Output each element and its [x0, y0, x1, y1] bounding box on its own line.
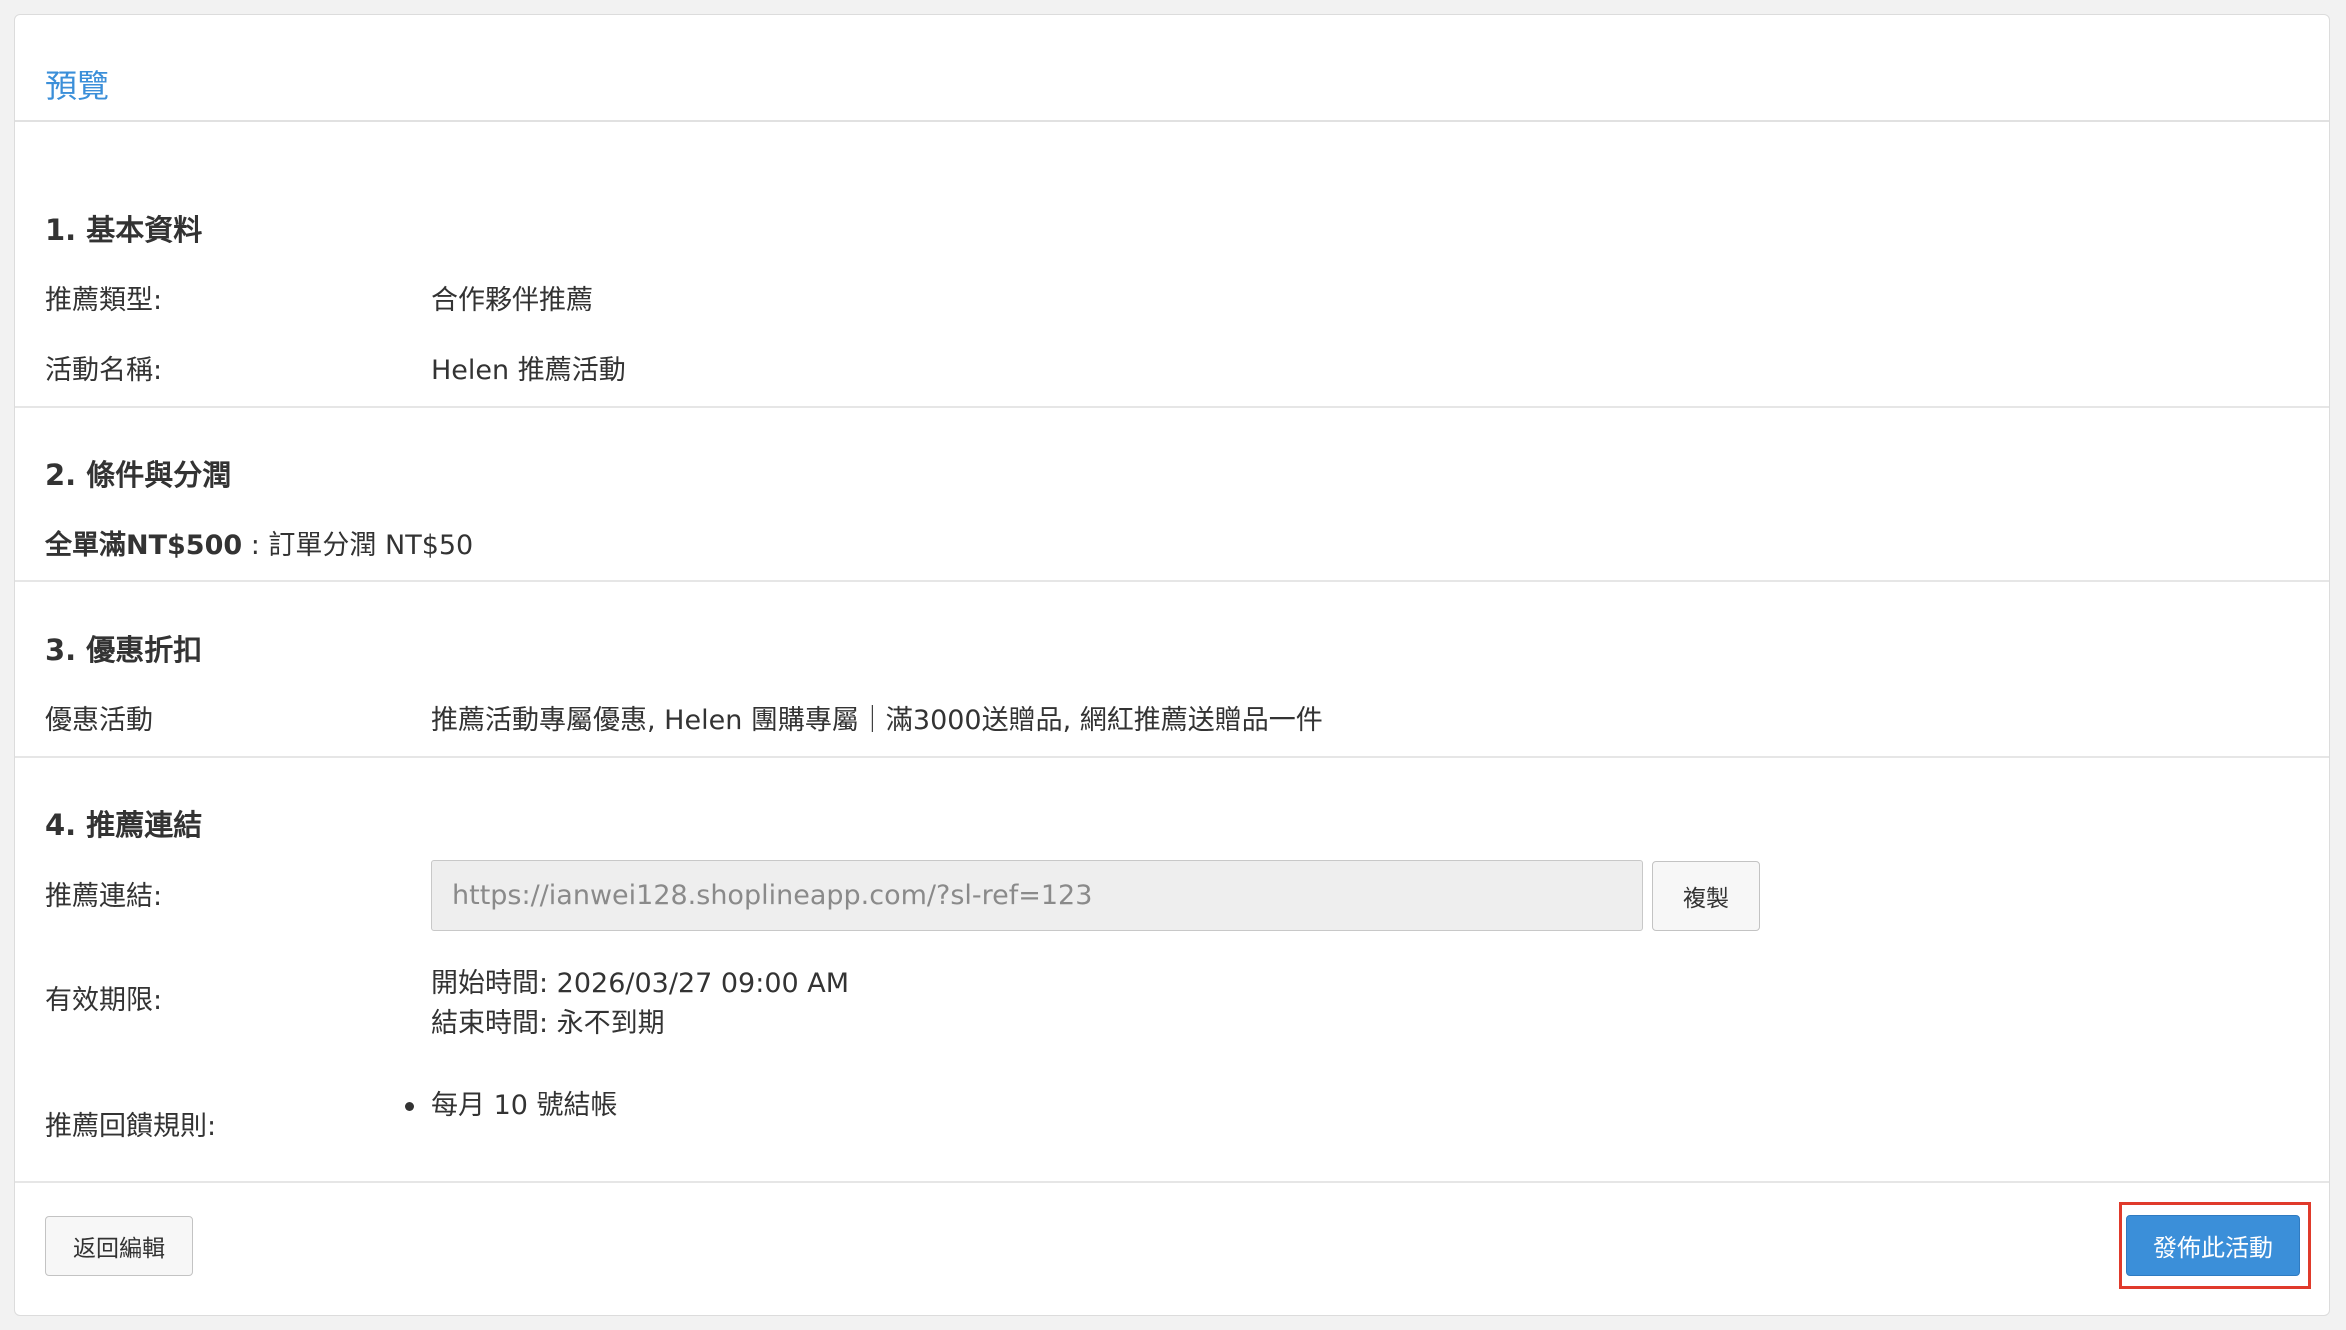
- condition-threshold: 全單滿NT$500: [45, 530, 243, 561]
- validity-end: 結束時間: 永不到期: [431, 1008, 665, 1039]
- referral-link-input[interactable]: [431, 860, 1643, 931]
- section-title-conditions: 2. 條件與分潤: [45, 458, 232, 492]
- preview-panel: 預覽 1. 基本資料 推薦類型: 合作夥伴推薦 活動名稱: Helen 推薦活動…: [14, 14, 2330, 1316]
- section-title-discount: 3. 優惠折扣: [45, 633, 203, 667]
- discount-label: 優惠活動: [45, 705, 153, 736]
- validity-start: 開始時間: 2026/03/27 09:00 AM: [431, 968, 850, 999]
- section-divider: [15, 756, 2329, 758]
- referral-link-label: 推薦連結:: [45, 881, 163, 912]
- panel-title: 預覽: [45, 67, 110, 105]
- condition-commission: : 訂單分潤 NT$50: [242, 530, 474, 561]
- condition-row: 全單滿NT$500 : 訂單分潤 NT$50: [45, 528, 473, 564]
- campaign-name-value: Helen 推薦活動: [431, 355, 626, 386]
- list-item: 每月 10 號結帳: [405, 1088, 618, 1124]
- discount-value: 推薦活動專屬優惠, Helen 團購專屬｜滿3000送贈品, 網紅推薦送贈品一件: [431, 705, 1323, 736]
- campaign-name-label: 活動名稱:: [45, 355, 163, 386]
- referral-type-value: 合作夥伴推薦: [431, 285, 593, 316]
- copy-button[interactable]: 複製: [1652, 861, 1760, 931]
- validity-label: 有效期限:: [45, 985, 163, 1016]
- footer-divider: [15, 1181, 2329, 1183]
- publish-button[interactable]: 發佈此活動: [2126, 1215, 2300, 1276]
- section-title-basic: 1. 基本資料: [45, 213, 203, 247]
- section-divider: [15, 580, 2329, 582]
- panel-heading: 預覽: [15, 15, 2329, 122]
- bullet-icon: [405, 1102, 414, 1111]
- reward-rules-list: 每月 10 號結帳: [405, 1088, 618, 1124]
- section-divider: [15, 406, 2329, 408]
- reward-rule-text: 每月 10 號結帳: [431, 1090, 618, 1121]
- back-to-edit-button[interactable]: 返回編輯: [45, 1216, 193, 1276]
- referral-type-label: 推薦類型:: [45, 285, 163, 316]
- section-title-link: 4. 推薦連結: [45, 808, 203, 842]
- reward-rules-label: 推薦回饋規則:: [45, 1111, 217, 1142]
